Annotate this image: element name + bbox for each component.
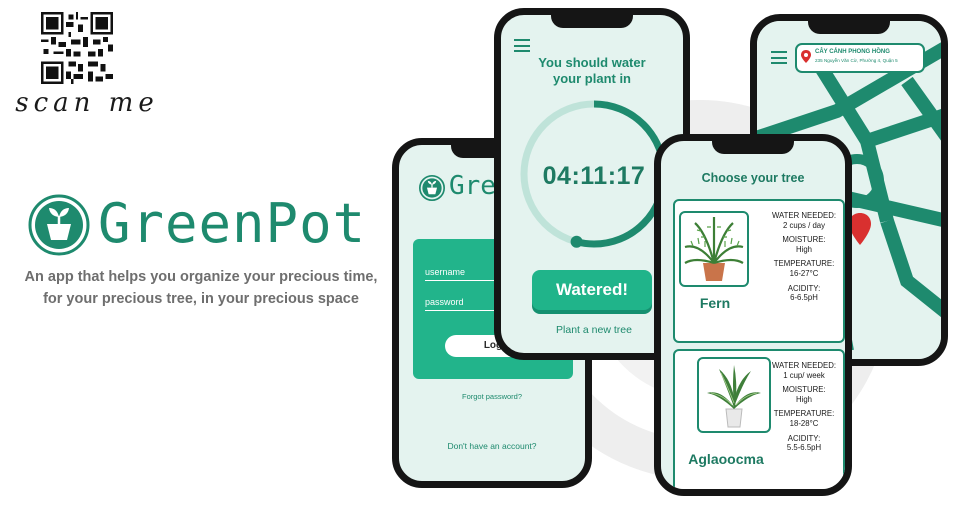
water-label: WATER NEEDED: xyxy=(771,211,837,220)
tagline: An app that helps you organize your prec… xyxy=(14,266,388,310)
hamburger-menu-icon[interactable] xyxy=(514,39,530,52)
tree-card-fern[interactable]: Fern WATER NEEDED: 2 cups / day MOISTURE… xyxy=(673,199,845,343)
password-label[interactable]: password xyxy=(425,297,464,307)
place-address: 235 Nguyễn Văn Cừ, Phường 4, Quận 5 xyxy=(815,58,898,63)
temperature-label: TEMPERATURE: xyxy=(773,409,835,419)
signup-link[interactable]: Don't have an account? xyxy=(399,441,585,451)
phone-notch xyxy=(808,21,890,34)
location-pin-icon xyxy=(801,50,811,63)
acidity-value: 6-6.5pH xyxy=(790,293,818,303)
fern-plant-icon xyxy=(684,217,744,281)
tree-care-info: WATER NEEDED: 2 cups / day MOISTURE: Hig… xyxy=(757,211,845,303)
tagline-line-1: An app that helps you organize your prec… xyxy=(24,269,378,285)
watered-button[interactable]: Watered! xyxy=(532,270,652,310)
scan-me-label: scan me xyxy=(15,88,159,118)
map-pin-icon xyxy=(849,213,871,245)
brand-name: GreenPot xyxy=(98,192,367,255)
fern-image xyxy=(679,211,749,287)
plant-pot-logo-icon xyxy=(419,175,445,201)
location-card[interactable]: CÂY CẢNH PHONG HỒNG 235 Nguyễn Văn Cừ, P… xyxy=(795,43,925,73)
moisture-label: MOISTURE: xyxy=(782,385,826,395)
tree-chooser-title: Choose your tree xyxy=(701,171,805,185)
acidity-value: 5.5-6.5pH xyxy=(786,443,822,453)
hamburger-menu-icon[interactable] xyxy=(771,51,787,64)
tree-care-info: WATER NEEDED: 1 cup/ week MOISTURE: High… xyxy=(757,361,845,453)
forgot-password-link[interactable]: Forgot password? xyxy=(399,392,585,401)
water-label: WATER NEEDED: xyxy=(771,361,837,370)
timer-title-line-1: You should water xyxy=(538,55,646,70)
phone-notch xyxy=(551,15,633,28)
username-label[interactable]: username xyxy=(425,267,465,277)
tree-name: Aglaoocma xyxy=(688,451,764,467)
plant-pot-logo-icon xyxy=(28,194,90,256)
phone-notch xyxy=(712,141,794,154)
qr-code-image xyxy=(41,12,113,84)
moisture-value: High xyxy=(795,244,813,254)
countdown-progress-knob xyxy=(570,235,583,248)
place-name: CÂY CẢNH PHONG HỒNG xyxy=(815,49,890,55)
temperature-label: TEMPERATURE: xyxy=(773,259,835,269)
tagline-line-2: for your precious tree, in your precious… xyxy=(43,291,359,307)
temperature-value: 18-28°C xyxy=(789,418,819,428)
timer-title: You should water your plant in xyxy=(501,55,683,87)
water-value: 2 cups / day xyxy=(782,220,826,230)
moisture-value: High xyxy=(795,394,813,404)
tree-card-aglaoocma[interactable]: Aglaoocma WATER NEEDED: 1 cup/ week MOIS… xyxy=(673,349,845,489)
water-value: 1 cup/ week xyxy=(783,370,825,380)
acidity-label: ACIDITY: xyxy=(787,283,821,293)
timer-title-line-2: your plant in xyxy=(553,71,631,86)
moisture-label: MOISTURE: xyxy=(782,235,826,245)
temperature-value: 16-27°C xyxy=(789,268,819,278)
acidity-label: ACIDITY: xyxy=(787,433,821,443)
tree-name: Fern xyxy=(699,295,731,311)
tree-chooser-phone: Choose your tree Fern WATER NEEDED: 2 cu… xyxy=(654,134,852,496)
